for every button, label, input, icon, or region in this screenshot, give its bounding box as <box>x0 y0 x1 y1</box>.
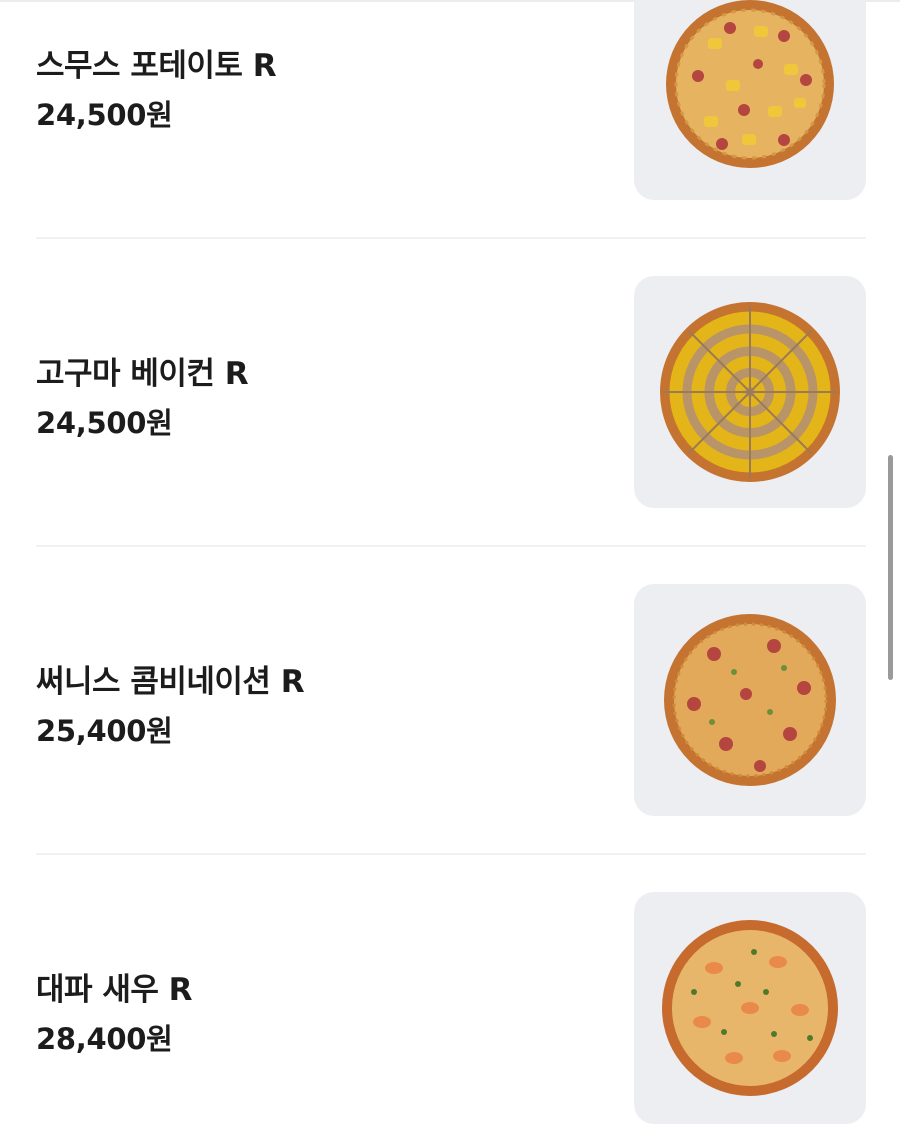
menu-item-name: 고구마 베이컨 R <box>36 356 249 392</box>
menu-item[interactable]: 스무스 포테이토 R 24,500원 <box>36 0 866 236</box>
divider <box>36 237 866 239</box>
divider <box>36 853 866 855</box>
menu-item-name: 대파 새우 R <box>36 972 193 1008</box>
pizza-combination-image[interactable] <box>634 584 866 816</box>
pizza-potato-image[interactable] <box>634 0 866 200</box>
menu-item-name: 스무스 포테이토 R <box>36 48 277 84</box>
menu-item[interactable]: 대파 새우 R 28,400원 <box>36 892 866 1124</box>
menu-item[interactable]: 고구마 베이컨 R 24,500원 <box>36 276 866 508</box>
divider <box>36 545 866 547</box>
pizza-sweet-potato-image[interactable] <box>634 276 866 508</box>
scrollbar[interactable] <box>888 455 893 680</box>
pizza-shrimp-image[interactable] <box>634 892 866 1124</box>
menu-item[interactable]: 써니스 콤비네이션 R 25,400원 <box>36 584 866 816</box>
menu-item-price: 28,400원 <box>36 1022 173 1056</box>
menu-item-price: 25,400원 <box>36 714 173 748</box>
menu-item-name: 써니스 콤비네이션 R <box>36 664 305 700</box>
menu-item-price: 24,500원 <box>36 406 173 440</box>
menu-item-price: 24,500원 <box>36 98 173 132</box>
